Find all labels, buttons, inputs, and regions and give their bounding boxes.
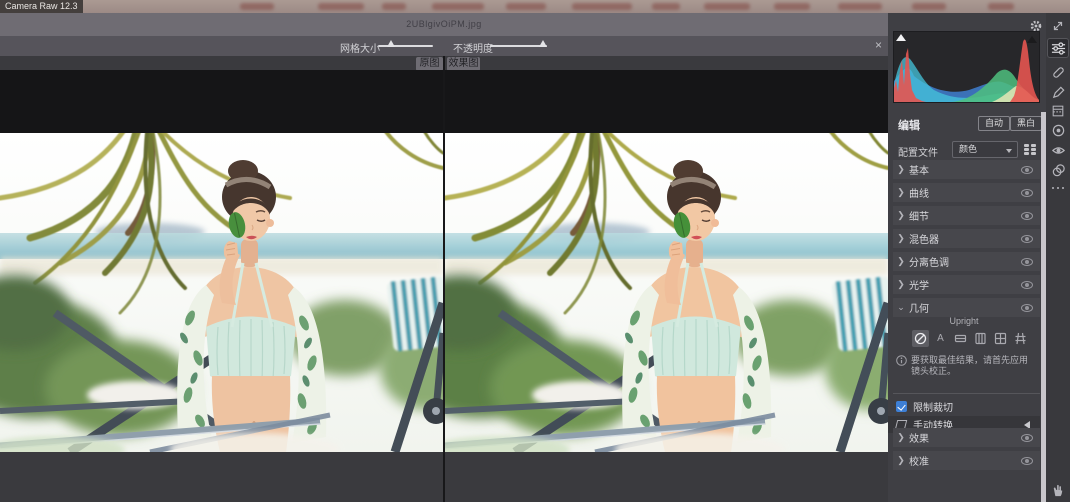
chevron-down-icon: ⌄ (893, 302, 909, 313)
healing-brush-icon[interactable] (1049, 63, 1067, 81)
histogram[interactable] (893, 31, 1040, 103)
section-detail[interactable]: ❯ 细节 (893, 206, 1040, 225)
eye-icon[interactable] (1021, 434, 1033, 442)
section-color-mixer[interactable]: ❯ 混色器 (893, 229, 1040, 248)
filename-label: 2UBlgivOiPM.jpg (0, 13, 888, 36)
hand-tool-icon[interactable] (1049, 481, 1067, 499)
section-split-toning[interactable]: ❯ 分离色调 (893, 252, 1040, 271)
chevron-right-icon: ❯ (893, 432, 909, 443)
section-curve[interactable]: ❯ 曲线 (893, 183, 1040, 202)
chevron-down-icon (1006, 149, 1012, 153)
edit-tool-icon[interactable] (1047, 38, 1069, 58)
constrain-crop-label: 限制裁切 (913, 399, 953, 414)
preview-effect-image[interactable] (445, 133, 888, 452)
presets-icon[interactable] (1049, 161, 1067, 179)
chevron-right-icon: ❯ (893, 210, 909, 221)
preview-canvas: 原图 效果图 (0, 56, 888, 502)
redacted-text (838, 3, 882, 10)
upright-level-icon[interactable] (952, 330, 969, 347)
fullscreen-icon[interactable] (1049, 17, 1067, 35)
divider (893, 393, 1040, 394)
chevron-right-icon: ❯ (893, 187, 909, 198)
redacted-text (506, 3, 546, 10)
highlight-clipping-indicator[interactable] (1027, 36, 1037, 43)
eye-icon[interactable] (1021, 212, 1033, 220)
filename-bar: 2UBlgivOiPM.jpg (0, 13, 888, 36)
redacted-text (572, 3, 632, 10)
grid-size-slider-thumb[interactable] (387, 40, 395, 47)
eye-icon[interactable] (1021, 304, 1033, 312)
upright-auto-icon[interactable]: A (932, 330, 949, 347)
checkbox-checked-icon[interactable] (896, 401, 907, 412)
bw-button[interactable]: 黑白 (1010, 116, 1042, 131)
compare-toolbar: 网格大小 不透明度 × (0, 36, 888, 56)
graduated-filter-icon[interactable] (1049, 102, 1067, 120)
constrain-crop-row[interactable]: 限制裁切 (896, 399, 953, 414)
redacted-text (988, 3, 1014, 10)
red-eye-icon[interactable] (1049, 141, 1067, 159)
redacted-text (652, 3, 680, 10)
info-icon (896, 355, 907, 366)
redacted-text (774, 3, 810, 10)
auto-button[interactable]: 自动 (978, 116, 1010, 131)
app-title: Camera Raw 12.3 (0, 0, 83, 13)
chevron-right-icon: ❯ (893, 256, 909, 267)
upright-off-icon[interactable] (912, 330, 929, 347)
close-icon[interactable]: × (875, 38, 882, 52)
profile-label: 配置文件 (898, 144, 938, 159)
chevron-right-icon: ❯ (893, 279, 909, 290)
eye-icon[interactable] (1021, 457, 1033, 465)
upright-full-icon[interactable] (992, 330, 1009, 347)
split-divider (443, 56, 445, 502)
tool-rail (1046, 13, 1070, 502)
upright-guided-icon[interactable] (1012, 330, 1029, 347)
eye-icon[interactable] (1021, 189, 1033, 197)
radial-filter-icon[interactable] (1049, 121, 1067, 139)
upright-vertical-icon[interactable] (972, 330, 989, 347)
redacted-text (318, 3, 364, 10)
more-options-icon[interactable] (1049, 179, 1067, 197)
redacted-text (432, 3, 484, 10)
grid-size-label: 网格大小 (340, 40, 380, 55)
edit-panel-title: 编辑 (898, 117, 920, 133)
redacted-text (240, 3, 274, 10)
camera-raw-window: Camera Raw 12.3 2UBlgivOiPM.jpg 网格大小 不透明… (0, 0, 1070, 502)
geometry-info-text: 要获取最佳结果，请首先应用镜头校正。 (911, 355, 1035, 377)
redacted-text (704, 3, 750, 10)
redacted-text (912, 3, 946, 10)
chevron-right-icon: ❯ (893, 233, 909, 244)
preview-original-image[interactable] (0, 133, 443, 452)
geometry-info: 要获取最佳结果，请首先应用镜头校正。 (896, 355, 1038, 377)
shadow-clipping-indicator[interactable] (896, 34, 906, 41)
chevron-right-icon: ❯ (893, 164, 909, 175)
profile-value: 颜色 (959, 144, 977, 154)
profile-browser-icon[interactable] (1024, 144, 1037, 155)
effect-view-button[interactable]: 效果图 (447, 57, 480, 71)
profile-dropdown[interactable]: 颜色 (952, 141, 1018, 158)
eye-icon[interactable] (1021, 235, 1033, 243)
section-geometry[interactable]: ⌄ 几何 (893, 298, 1040, 317)
eye-icon[interactable] (1021, 281, 1033, 289)
section-calibration[interactable]: ❯ 校准 (893, 451, 1040, 470)
chevron-right-icon: ❯ (893, 455, 909, 466)
redacted-text (382, 3, 406, 10)
edit-panel: 编辑 自动 黑白 配置文件 颜色 ❯ 基本 ❯ 曲线 ❯ 细节 ❯ 混色器 (888, 13, 1070, 502)
section-optics[interactable]: ❯ 光学 (893, 275, 1040, 294)
upright-mode-buttons: A (912, 330, 1029, 347)
title-bar: Camera Raw 12.3 (0, 0, 1070, 13)
eye-icon[interactable] (1021, 166, 1033, 174)
original-view-button[interactable]: 原图 (416, 57, 443, 71)
upright-label: Upright (888, 316, 1040, 326)
opacity-slider-thumb[interactable] (539, 40, 547, 47)
section-basic[interactable]: ❯ 基本 (893, 160, 1040, 179)
opacity-label: 不透明度 (453, 40, 493, 55)
preview-area: 2UBlgivOiPM.jpg 网格大小 不透明度 × 原图 效果图 (0, 13, 888, 502)
eye-icon[interactable] (1021, 258, 1033, 266)
adjustment-brush-icon[interactable] (1049, 83, 1067, 101)
section-effects[interactable]: ❯ 效果 (893, 428, 1040, 447)
